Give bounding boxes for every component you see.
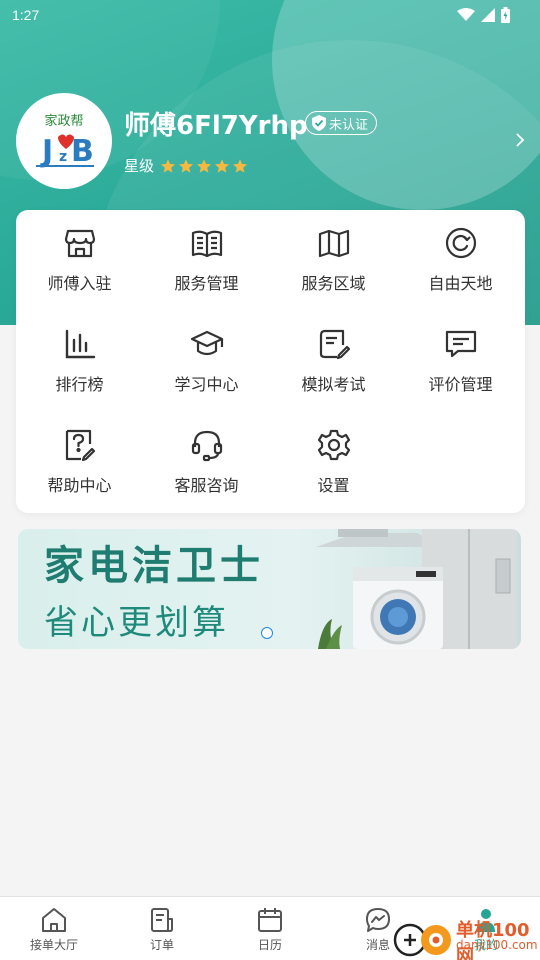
order-icon [151,908,173,932]
status-icons [457,7,510,23]
tab-calendar[interactable]: 日历 [216,897,324,960]
appliances-illustration [316,529,517,649]
messenger-icon [366,908,390,932]
storefront-icon [64,229,95,258]
star-icon [161,158,176,173]
signal-icon [481,8,495,22]
menu-item-service-area[interactable]: 服务区域 [270,210,397,300]
carousel-indicator[interactable] [261,627,273,639]
bar-chart-icon [65,329,95,359]
menu-item-settings[interactable]: 设置 [270,412,397,502]
svg-text:z: z [59,149,67,165]
help-doc-icon [65,429,95,462]
menu-item-help[interactable]: 帮助中心 [16,412,143,502]
graduation-cap-icon [190,330,223,356]
menu-label: 设置 [317,476,350,495]
tab-order-hall[interactable]: 接单大厅 [0,897,108,960]
star-icon [179,158,194,173]
calendar-icon [258,908,282,932]
svg-text:家政帮: 家政帮 [44,113,83,129]
wifi-icon [457,8,475,21]
circle-arrow-icon [445,227,476,259]
watermark-logo-icon [393,923,451,957]
menu-label: 自由天地 [428,274,493,293]
menu-item-customer-service[interactable]: 客服咨询 [143,412,270,502]
tab-label: 订单 [149,938,174,952]
rating-row: 星级 [124,155,248,176]
tab-label: 接单大厅 [29,938,78,952]
menu-label: 客服咨询 [174,476,239,495]
menu-label: 服务管理 [174,274,239,293]
menu-label: 评价管理 [428,375,493,394]
open-book-icon [191,230,222,258]
menu-label: 师傅入驻 [47,274,112,293]
menu-label: 学习中心 [174,375,239,394]
menu-label: 排行榜 [55,375,104,394]
promo-banner[interactable]: 家电洁卫士 省心更划算 [18,529,521,649]
home-icon [42,908,66,932]
menu-item-service-manage[interactable]: 服务管理 [143,210,270,300]
chevron-right-icon[interactable] [514,131,526,149]
avatar[interactable]: 家政帮 J z B [16,93,112,189]
svg-text:B: B [71,134,94,169]
comment-icon [445,330,476,358]
menu-item-master-join[interactable]: 师傅入驻 [16,210,143,300]
star-icon [215,158,230,173]
menu-item-free-world[interactable]: 自由天地 [397,210,524,300]
verification-label: 未认证 [329,117,369,133]
jzb-logo-icon: 家政帮 J z B [32,113,96,169]
site-watermark: 单机100网 danji100.com [392,916,540,960]
rating-stars [160,158,248,174]
master-name: 师傅6Fl7Yrhp [124,111,308,141]
battery-icon [501,7,510,23]
feature-menu: 师傅入驻 服务管理 服务区域 自由天地 排行榜 学习中心 模拟考试 评价管理 帮… [16,210,525,513]
banner-title: 家电洁卫士 [44,543,264,589]
shield-check-icon [312,115,326,131]
menu-label: 服务区域 [301,274,366,293]
menu-item-learning[interactable]: 学习中心 [143,311,270,401]
headset-icon [191,430,222,462]
menu-item-mock-exam[interactable]: 模拟考试 [270,311,397,401]
watermark-url: danji100.com [456,938,538,952]
banner-subtitle: 省心更划算 [44,603,229,643]
star-icon [197,158,212,173]
menu-item-ranking[interactable]: 排行榜 [16,311,143,401]
tab-label: 日历 [257,938,282,952]
star-icon [233,158,248,173]
svg-text:J: J [40,134,53,169]
menu-label: 帮助中心 [47,476,112,495]
rating-label: 星级 [124,157,155,175]
profile-header[interactable]: 家政帮 J z B 师傅6Fl7Yrhp 未认证 星级 [16,93,526,189]
map-icon [318,229,349,258]
exam-paper-icon [319,329,350,360]
status-time: 1:27 [12,7,40,23]
menu-item-reviews[interactable]: 评价管理 [397,311,524,401]
verification-badge[interactable]: 未认证 [305,111,378,135]
menu-label: 模拟考试 [301,375,366,394]
tab-orders[interactable]: 订单 [108,897,216,960]
gear-icon [317,429,350,461]
status-bar: 1:27 [0,0,540,32]
